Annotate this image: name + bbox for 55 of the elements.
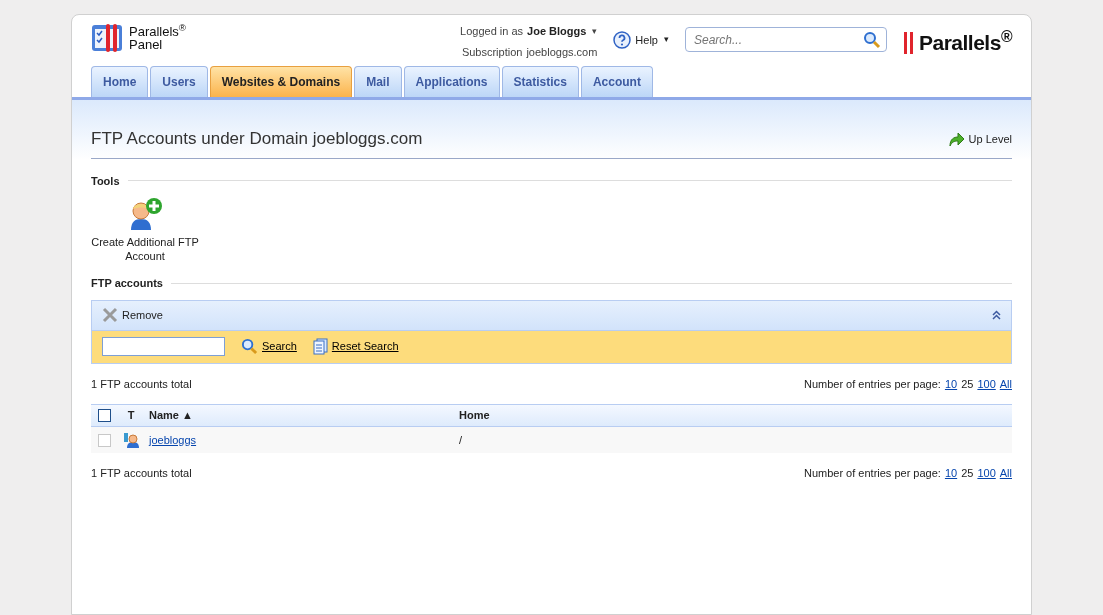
page-size-link[interactable]: 100 xyxy=(977,465,996,482)
nav-tab[interactable]: Statistics xyxy=(501,66,579,97)
page-size-link[interactable]: 10 xyxy=(944,375,958,392)
table-cell-text: / xyxy=(458,432,463,448)
search-field[interactable]: Search... xyxy=(685,27,887,52)
subscription-name: joebloggs.com xyxy=(526,44,598,60)
up-level-link[interactable]: Up Level xyxy=(968,130,1012,147)
document-icon[interactable] xyxy=(312,338,328,355)
user-menu[interactable]: Joe Bloggs xyxy=(527,23,587,40)
nav-tab[interactable]: Home xyxy=(91,66,149,97)
page-size-current[interactable]: 25 xyxy=(961,465,974,482)
user-icon xyxy=(123,432,139,448)
column-header[interactable]: Home xyxy=(453,407,490,424)
help-menu[interactable]: Help xyxy=(635,31,658,49)
page-size-link[interactable]: All xyxy=(999,375,1012,392)
search-icon[interactable] xyxy=(241,338,258,355)
column-header[interactable]: Name ▲ xyxy=(145,407,453,424)
remove-button[interactable]: Remove xyxy=(122,306,163,324)
nav-tab[interactable]: Mail xyxy=(354,66,402,97)
tool-label[interactable]: Create Additional FTP Account xyxy=(91,235,199,263)
collapse-icon[interactable] xyxy=(992,310,1001,320)
total-count: 1 FTP accounts total xyxy=(91,376,192,392)
per-page-label: Number of entries per page: xyxy=(803,466,941,481)
reset-search-link[interactable]: Reset Search xyxy=(331,338,399,355)
logo-icon xyxy=(91,23,125,53)
subscription-label: Subscription xyxy=(461,44,523,60)
search-icon[interactable] xyxy=(863,31,881,49)
nav-tab[interactable]: Applications xyxy=(403,66,500,97)
page-size-link[interactable]: 100 xyxy=(977,375,996,392)
column-header: T xyxy=(126,408,136,424)
logo-text: Parallels$^{®}$ xyxy=(129,25,187,38)
row-checkbox[interactable] xyxy=(97,433,111,447)
page-size-current[interactable]: 25 xyxy=(961,375,974,392)
brand-bars-icon xyxy=(903,31,915,54)
brand-logo-text: Parallels$^{®}$ xyxy=(919,27,1012,56)
page-title: FTP Accounts under Domain joebloggs.com xyxy=(91,128,423,150)
page-size-link[interactable]: 10 xyxy=(944,465,958,482)
section-heading: Tools xyxy=(91,173,120,189)
total-count: 1 FTP accounts total xyxy=(91,466,192,481)
nav-tab[interactable]: Account xyxy=(580,66,653,97)
help-icon[interactable] xyxy=(613,31,632,49)
nav-tab[interactable]: Users xyxy=(150,66,208,97)
nav-tab[interactable]: Websites & Domains xyxy=(209,66,353,97)
search-input[interactable] xyxy=(102,337,225,356)
caret-icon[interactable]: ▾ xyxy=(592,24,598,38)
up-arrow-icon[interactable] xyxy=(947,130,965,147)
account-name-link[interactable]: joebloggs xyxy=(149,433,197,446)
login-label: Logged in as xyxy=(460,24,524,39)
logo-subtext: Panel xyxy=(129,38,164,51)
page-size-link[interactable]: All xyxy=(999,465,1012,482)
section-heading: FTP accounts xyxy=(91,276,163,291)
caret-icon[interactable]: ▾ xyxy=(664,33,669,47)
select-all-checkbox[interactable] xyxy=(97,409,111,422)
search-link[interactable]: Search xyxy=(262,338,297,355)
per-page-label: Number of entries per page: xyxy=(803,376,941,392)
